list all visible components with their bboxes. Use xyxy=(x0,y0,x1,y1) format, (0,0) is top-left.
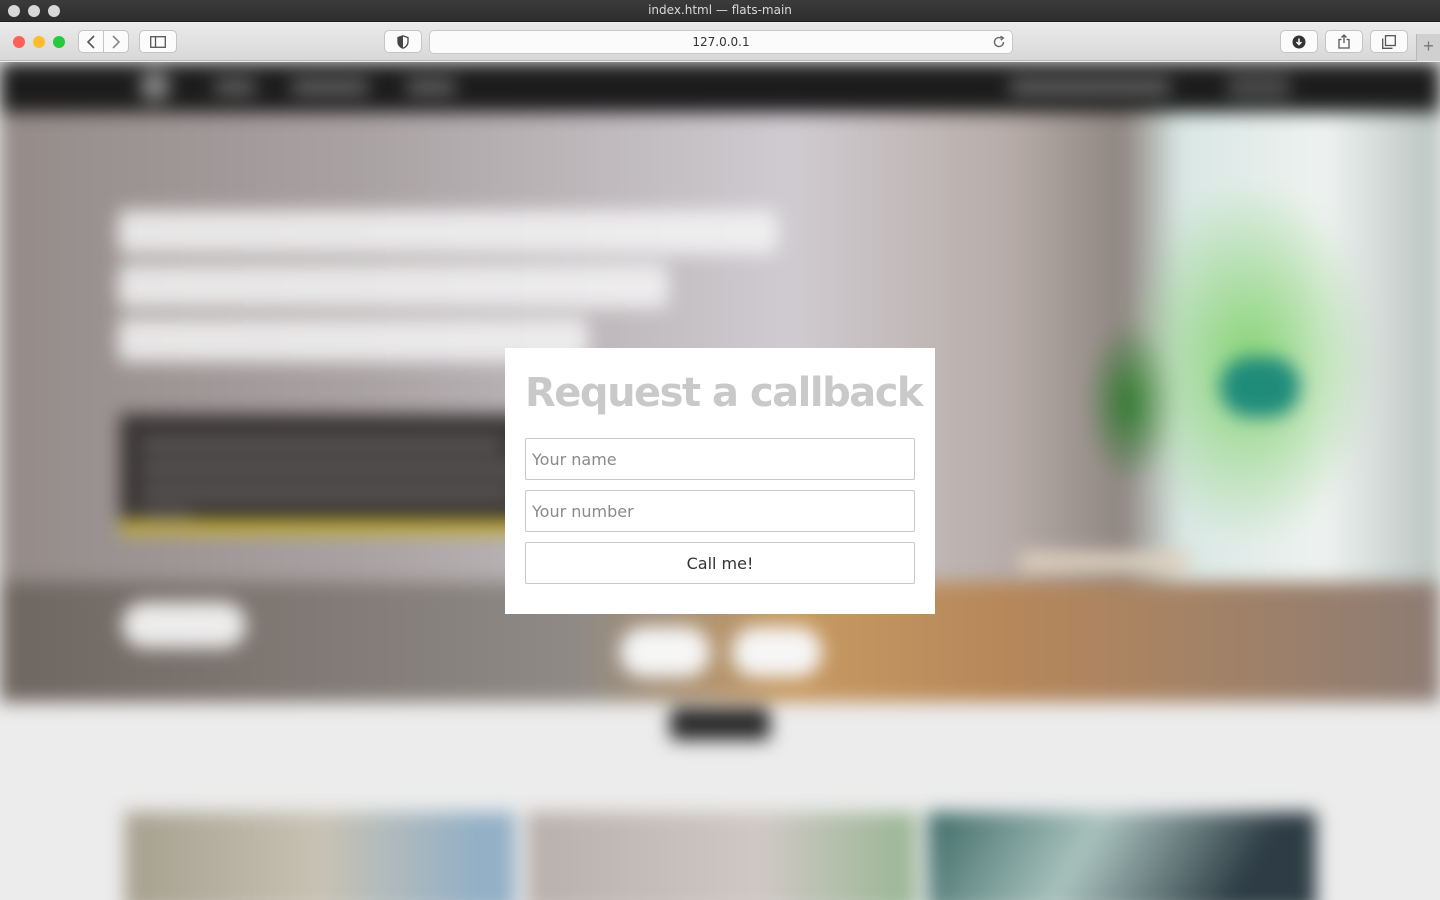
share-button[interactable] xyxy=(1325,30,1363,53)
shield-icon xyxy=(397,34,409,49)
new-tab-button[interactable]: + xyxy=(1416,34,1440,61)
reload-icon[interactable] xyxy=(991,34,1007,50)
address-text: 127.0.0.1 xyxy=(692,35,750,49)
hero-description xyxy=(120,414,540,534)
back-button[interactable] xyxy=(78,30,104,53)
downloads-button[interactable] xyxy=(1280,30,1318,53)
hero-cta-button xyxy=(122,602,246,648)
nav-link xyxy=(407,80,455,94)
site-logo xyxy=(140,71,170,101)
chevron-left-icon xyxy=(86,34,95,49)
address-bar[interactable]: 127.0.0.1 xyxy=(429,30,1013,54)
privacy-report-button[interactable] xyxy=(384,30,422,53)
nav-link xyxy=(215,80,255,94)
flat-card xyxy=(928,812,1316,900)
flat-card xyxy=(527,812,917,900)
tab-overview-button[interactable] xyxy=(1370,30,1408,53)
hero-heading xyxy=(118,210,818,362)
call-me-button[interactable]: Call me! xyxy=(525,542,915,584)
window-titlebar: index.html — flats-main xyxy=(0,0,1440,22)
plus-icon: + xyxy=(1423,36,1434,56)
fullscreen-button[interactable] xyxy=(53,36,65,48)
modal-title: Request a callback xyxy=(525,370,924,416)
share-icon xyxy=(1338,34,1350,49)
browser-toolbar: 127.0.0.1 + xyxy=(0,22,1440,61)
site-navbar xyxy=(0,62,1440,112)
slider-prev xyxy=(620,627,710,677)
phone-input[interactable] xyxy=(525,490,915,532)
chevron-right-icon xyxy=(112,34,121,49)
page-viewport: Request a callback Call me! xyxy=(0,62,1440,900)
close-button[interactable] xyxy=(13,36,25,48)
download-icon xyxy=(1292,35,1306,48)
flat-card xyxy=(125,812,515,900)
nav-phone xyxy=(1010,80,1170,94)
slider-next xyxy=(732,627,822,677)
sidebar-icon xyxy=(150,35,166,48)
name-input[interactable] xyxy=(525,438,915,480)
nav-link xyxy=(292,80,368,94)
tabs-overview-icon xyxy=(1382,34,1396,49)
flats-section-heading xyxy=(0,707,1440,749)
window-title: index.html — flats-main xyxy=(648,3,792,17)
slider-arrows xyxy=(620,627,825,677)
callback-modal: Request a callback Call me! xyxy=(505,348,935,614)
sidebar-button[interactable] xyxy=(139,30,177,53)
minimize-button[interactable] xyxy=(33,36,45,48)
forward-button[interactable] xyxy=(103,30,129,53)
nav-button xyxy=(1228,75,1290,99)
plant-decoration xyxy=(1220,357,1300,417)
stool-decoration xyxy=(1020,552,1190,572)
